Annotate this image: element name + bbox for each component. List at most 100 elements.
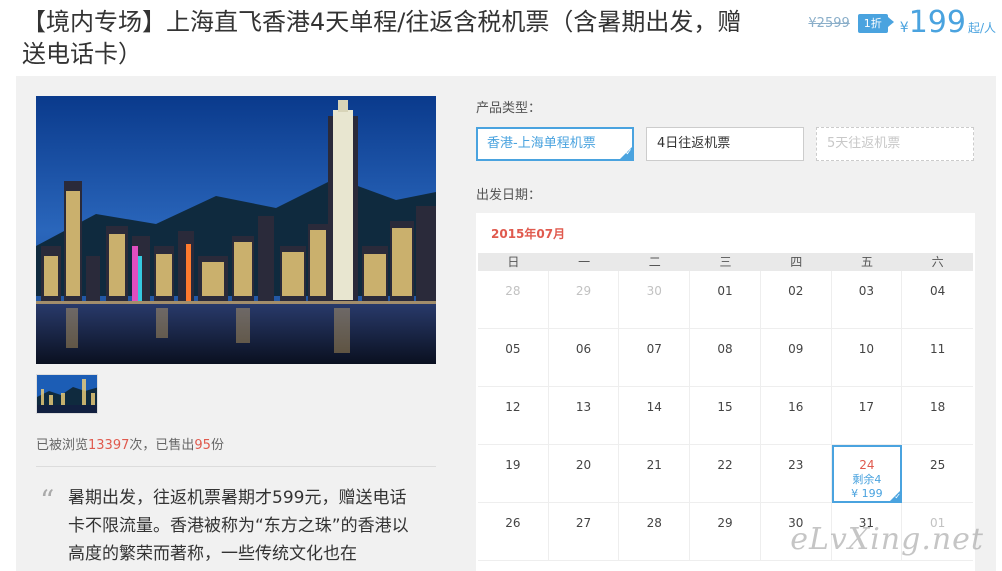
day-number: 20 [575, 458, 592, 472]
day-number: 30 [646, 284, 662, 298]
calendar-day[interactable]: 27 [548, 503, 620, 561]
calendar-day[interactable]: 19 [478, 445, 549, 503]
day-number: 28 [646, 516, 662, 530]
selected-check-icon [888, 489, 903, 503]
calendar-day: 28 [478, 271, 549, 329]
product-type-label: 产品类型： [476, 101, 542, 116]
day-number: 05 [505, 342, 521, 356]
divider [36, 466, 436, 467]
calendar-day[interactable]: 29 [690, 503, 761, 561]
calendar-day[interactable]: 25 [902, 445, 973, 503]
day-number: 14 [646, 400, 662, 414]
weekday-tue: 二 [648, 255, 661, 269]
skyline-image [36, 96, 436, 364]
calendar-day[interactable]: 06 [548, 329, 620, 387]
calendar-day[interactable]: 01 [690, 271, 761, 329]
day-number: 02 [788, 284, 804, 298]
view-sold-stats: 已被浏览13397次，已售出95份 [36, 434, 224, 453]
day-number: 13 [575, 400, 592, 414]
day-number: 28 [505, 284, 521, 298]
calendar-day[interactable]: 23 [760, 445, 832, 503]
calendar-day[interactable]: 10 [831, 329, 903, 387]
product-option-4day[interactable]: 4日往返机票 [646, 127, 804, 161]
price-currency: ¥ [899, 20, 909, 36]
day-number: 29 [575, 284, 592, 298]
calendar-day[interactable]: 28 [619, 503, 691, 561]
calendar-day[interactable]: 20 [548, 445, 620, 503]
remaining-seats: 剩余4 [852, 473, 882, 486]
calendar-day[interactable]: 15 [690, 387, 761, 445]
stats-middle: 次，已售出 [129, 438, 195, 453]
price-area: ¥2599 1折 ¥ 199 起/人 [808, 6, 996, 40]
option-label: 香港-上海单程机票 [487, 136, 596, 151]
weekday-sun: 日 [507, 255, 520, 269]
day-number: 15 [717, 400, 733, 414]
departure-calendar: 2015年07月 日 一 二 三 四 五 六 28 29 30 01 02 03 04 05 0… [476, 213, 975, 571]
selected-check-icon [618, 145, 634, 161]
weekday-sat: 六 [931, 255, 944, 269]
product-option-5day: 5天往返机票 [816, 127, 974, 161]
calendar-day[interactable]: 05 [478, 329, 549, 387]
product-panel: 已被浏览13397次，已售出95份 “ 暑期出发，往返机票暑期才599元，赠送电… [16, 76, 996, 571]
quote-icon: “ [40, 484, 55, 517]
weekday-wed: 三 [719, 255, 732, 269]
calendar-day[interactable]: 22 [690, 445, 761, 503]
day-number: 21 [646, 458, 662, 472]
day-number: 07 [646, 342, 662, 356]
day-number: 04 [930, 284, 946, 298]
calendar-day[interactable]: 04 [902, 271, 973, 329]
stats-prefix: 已被浏览 [36, 438, 89, 453]
day-number: 26 [505, 516, 521, 530]
day-number: 12 [505, 400, 521, 414]
product-page: 【境内专场】上海直飞香港4天单程/往返含税机票（含暑期出发，赠送电话卡） ¥25… [0, 0, 1002, 571]
calendar-day[interactable]: 11 [902, 329, 973, 387]
day-number: 03 [858, 284, 875, 298]
calendar-day[interactable]: 03 [831, 271, 903, 329]
price-unit: 起/人 [967, 21, 996, 35]
day-number: 19 [505, 458, 521, 472]
product-description: 暑期出发，往返机票暑期才599元，赠送电话卡不限流量。香港被称为“东方之珠”的香… [68, 488, 409, 564]
calendar-day[interactable]: 02 [760, 271, 832, 329]
watermark: eLvXing.net [790, 522, 984, 557]
calendar-day[interactable]: 09 [760, 329, 832, 387]
day-number: 06 [575, 342, 592, 356]
thumbnail-image[interactable] [36, 374, 98, 414]
weekday-header: 日 一 二 三 四 五 六 [478, 253, 973, 271]
day-number: 16 [788, 400, 804, 414]
calendar-day[interactable]: 08 [690, 329, 761, 387]
day-number: 01 [717, 284, 733, 298]
view-count: 13397 [88, 438, 130, 453]
departure-date-label: 出发日期： [476, 188, 542, 203]
calendar-day: 29 [548, 271, 620, 329]
calendar-day[interactable]: 07 [619, 329, 691, 387]
day-number: 22 [717, 458, 733, 472]
calendar-day[interactable]: 13 [548, 387, 620, 445]
day-number: 11 [930, 342, 946, 356]
product-option-one-way[interactable]: 香港-上海单程机票 [476, 127, 634, 161]
calendar-day[interactable]: 17 [831, 387, 903, 445]
option-label: 4日往返机票 [657, 136, 731, 151]
calendar-day[interactable]: 18 [902, 387, 973, 445]
calendar-month: 2015年07月 [491, 227, 566, 241]
calendar-day[interactable]: 14 [619, 387, 691, 445]
day-number: 18 [930, 400, 946, 414]
current-price: ¥ 199 起/人 [900, 8, 996, 38]
original-price: ¥2599 [808, 15, 850, 31]
calendar-day[interactable]: 26 [478, 503, 549, 561]
weekday-mon: 一 [578, 255, 591, 269]
calendar-grid: 28 29 30 01 02 03 04 05 06 07 08 09 10 11 12 13 14 15 16 17… [478, 271, 973, 561]
option-label: 5天往返机票 [827, 136, 901, 151]
day-number: 29 [717, 516, 733, 530]
day-number: 17 [858, 400, 875, 414]
calendar-day-selected[interactable]: 24 剩余4 ¥ 199 [831, 445, 903, 503]
calendar-day[interactable]: 21 [619, 445, 691, 503]
day-number: 10 [858, 342, 875, 356]
day-number: 27 [575, 516, 592, 530]
product-title: 【境内专场】上海直飞香港4天单程/往返含税机票（含暑期出发，赠送电话卡） [22, 8, 742, 68]
day-number: 24 [859, 458, 875, 472]
day-number: 08 [717, 342, 733, 356]
main-photo[interactable] [36, 96, 436, 364]
calendar-day[interactable]: 16 [760, 387, 832, 445]
calendar-day[interactable]: 12 [478, 387, 549, 445]
day-number: 23 [788, 458, 804, 472]
